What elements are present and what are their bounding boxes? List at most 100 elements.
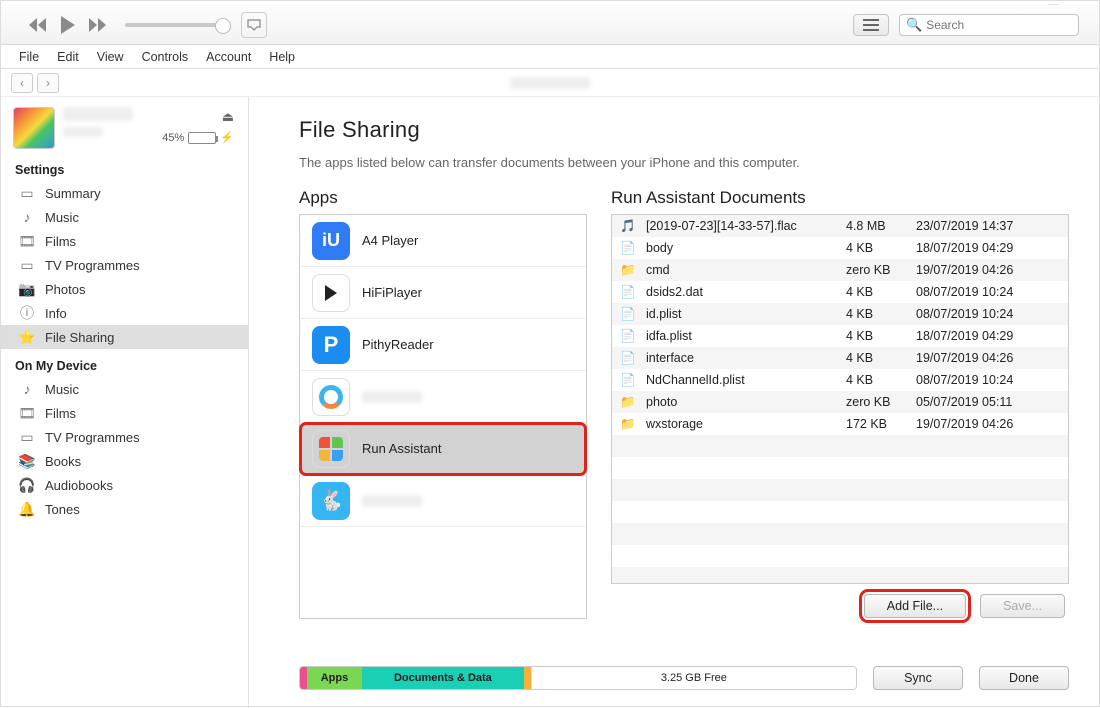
document-size: 4 KB (846, 307, 916, 321)
sidebar-item-label: File Sharing (45, 330, 114, 345)
audiobooks-icon: 🎧 (19, 477, 35, 493)
document-name: cmd (646, 263, 846, 277)
films-icon: 🎞 (19, 405, 35, 421)
books-icon: 📚 (19, 453, 35, 469)
storage-segment: Apps (307, 667, 363, 689)
app-icon: iU (312, 222, 350, 260)
document-size: 4.8 MB (846, 219, 916, 233)
document-size: zero KB (846, 395, 916, 409)
sidebar-item-label: TV Programmes (45, 430, 140, 445)
app-row-unknown[interactable] (300, 371, 586, 423)
document-row[interactable]: 📄idfa.plist4 KB18/07/2019 04:29 (612, 325, 1068, 347)
sidebar-item-file-sharing[interactable]: ⭐ File Sharing (1, 325, 248, 349)
document-size: 172 KB (846, 417, 916, 431)
document-date: 08/07/2019 10:24 (916, 285, 1068, 299)
document-date: 23/07/2019 14:37 (916, 219, 1068, 233)
apps-list[interactable]: iUA4 PlayerHiFiPlayerPPithyReader Run Ass… (299, 214, 587, 619)
airplay-button[interactable] (241, 12, 267, 38)
menu-edit[interactable]: Edit (49, 48, 87, 66)
info-icon: ⓘ (19, 305, 35, 321)
app-row-pithyreader[interactable]: PPithyReader (300, 319, 586, 371)
nav-back-button[interactable]: ‹ (11, 73, 33, 93)
document-row[interactable]: 📄interface4 KB19/07/2019 04:26 (612, 347, 1068, 369)
battery-text: 45% (162, 132, 184, 144)
sidebar-section-device: On My Device (1, 349, 248, 377)
storage-bar: AppsDocuments & Data3.25 GB Free (299, 666, 857, 690)
device-name-blurred (63, 107, 133, 121)
app-icon (312, 274, 350, 312)
page-subtitle: The apps listed below can transfer docum… (299, 155, 1069, 170)
sidebar-item-label: Music (45, 382, 79, 397)
menu-bar: FileEditViewControlsAccountHelp (1, 45, 1099, 69)
documents-list[interactable]: 🎵 [2019-07-23][14-33-57].flac4.8 MB23/07/… (611, 214, 1069, 584)
document-date: 18/07/2019 04:29 (916, 329, 1068, 343)
menu-file[interactable]: File (11, 48, 47, 66)
sidebar-item-label: Tones (45, 502, 80, 517)
document-row[interactable]: 📄body4 KB18/07/2019 04:29 (612, 237, 1068, 259)
device-thumbnail[interactable] (13, 107, 55, 149)
app-row-a4-player[interactable]: iUA4 Player (300, 215, 586, 267)
list-view-button[interactable] (853, 14, 889, 36)
app-icon (312, 378, 350, 416)
sidebar-item-summary[interactable]: ▭Summary (1, 181, 248, 205)
sidebar-item-tv-programmes[interactable]: ▭TV Programmes (1, 425, 248, 449)
sidebar-item-audiobooks[interactable]: 🎧Audiobooks (1, 473, 248, 497)
add-file-button[interactable]: Add File... (864, 594, 966, 618)
sidebar-item-tones[interactable]: 🔔Tones (1, 497, 248, 521)
fileshare-icon: ⭐ (19, 329, 35, 345)
menu-help[interactable]: Help (261, 48, 303, 66)
done-button[interactable]: Done (979, 666, 1069, 690)
documents-header: Run Assistant Documents (611, 188, 1069, 208)
sidebar-item-music[interactable]: ♪Music (1, 377, 248, 401)
document-row[interactable]: 📁cmdzero KB19/07/2019 04:26 (612, 259, 1068, 281)
search-field[interactable]: 🔍 (899, 14, 1079, 36)
sidebar-item-label: Photos (45, 282, 85, 297)
sync-button[interactable]: Sync (873, 666, 963, 690)
sidebar-item-films[interactable]: 🎞Films (1, 229, 248, 253)
nav-forward-button[interactable]: › (37, 73, 59, 93)
storage-segment (524, 667, 531, 689)
document-row[interactable]: 📁photozero KB05/07/2019 05:11 (612, 391, 1068, 413)
app-row-unknown[interactable]: 🐇 (300, 475, 586, 527)
audio-icon: 🎵 (620, 218, 636, 234)
play-button[interactable] (55, 12, 81, 38)
document-size: 4 KB (846, 351, 916, 365)
document-size: 4 KB (846, 329, 916, 343)
document-date: 05/07/2019 05:11 (916, 395, 1068, 409)
sidebar-item-books[interactable]: 📚 Books (1, 449, 248, 473)
document-size: 4 KB (846, 241, 916, 255)
document-date: 08/07/2019 10:24 (916, 307, 1068, 321)
sidebar-item-label: Books (45, 454, 81, 469)
search-input[interactable] (926, 18, 1072, 32)
eject-icon[interactable]: ⏏ (222, 109, 234, 125)
document-row[interactable]: 📁wxstorage172 KB19/07/2019 04:26 (612, 413, 1068, 435)
app-label (362, 391, 422, 403)
prev-track-button[interactable] (25, 12, 51, 38)
sidebar-item-photos[interactable]: 📷Photos (1, 277, 248, 301)
sidebar-item-films[interactable]: 🎞Films (1, 401, 248, 425)
next-track-button[interactable] (85, 12, 111, 38)
document-row[interactable]: 📄NdChannelId.plist4 KB08/07/2019 10:24 (612, 369, 1068, 391)
sidebar-item-info[interactable]: ⓘInfo (1, 301, 248, 325)
document-name: wxstorage (646, 417, 846, 431)
menu-account[interactable]: Account (198, 48, 259, 66)
menu-view[interactable]: View (89, 48, 132, 66)
document-size: zero KB (846, 263, 916, 277)
content-pane: File Sharing The apps listed below can t… (249, 97, 1099, 708)
document-name: [2019-07-23][14-33-57].flac (646, 219, 846, 233)
document-row[interactable]: 📄id.plist4 KB08/07/2019 10:24 (612, 303, 1068, 325)
app-row-run-assistant[interactable]: Run Assistant (300, 423, 586, 475)
sidebar-item-label: TV Programmes (45, 258, 140, 273)
nav-title-blurred (510, 77, 590, 89)
sidebar-item-tv-programmes[interactable]: ▭TV Programmes (1, 253, 248, 277)
sidebar-item-music[interactable]: ♪Music (1, 205, 248, 229)
volume-slider[interactable] (125, 23, 225, 27)
menu-controls[interactable]: Controls (134, 48, 197, 66)
document-row[interactable]: 📄dsids2.dat4 KB08/07/2019 10:24 (612, 281, 1068, 303)
app-label (362, 495, 422, 507)
player-toolbar: 🔍 (1, 5, 1099, 45)
document-row[interactable]: 🎵 [2019-07-23][14-33-57].flac4.8 MB23/07/… (612, 215, 1068, 237)
search-icon: 🔍 (906, 17, 922, 33)
folder-icon: 📁 (620, 394, 636, 410)
app-row-hifiplayer[interactable]: HiFiPlayer (300, 267, 586, 319)
